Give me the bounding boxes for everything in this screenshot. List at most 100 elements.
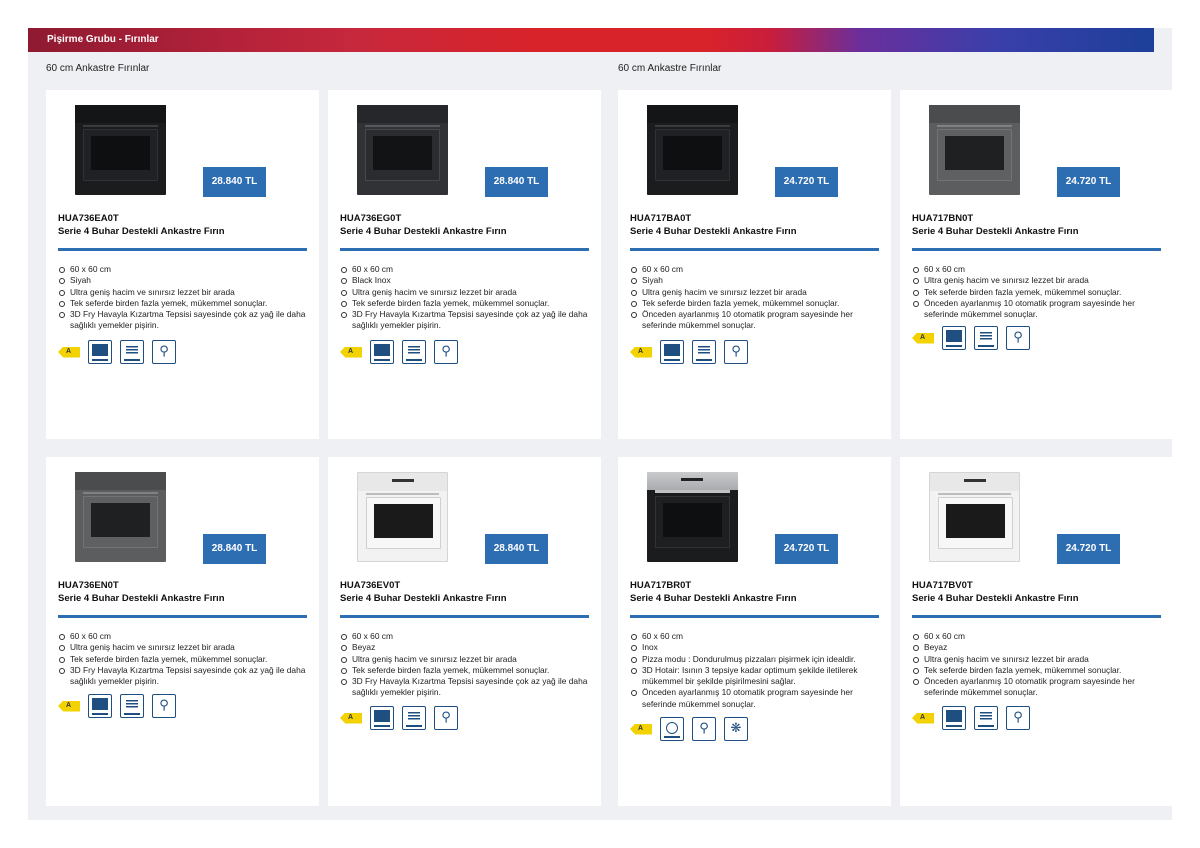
product-name: Serie 4 Buhar Destekli Ankastre Fırın — [340, 593, 507, 604]
feature-list: 60 x 60 cm Beyaz Ultra geniş hacim ve sı… — [340, 631, 588, 699]
autopilot-icon: ⚲ — [152, 340, 176, 364]
feature-item: Inox — [630, 642, 878, 653]
price-badge: 24.720 TL — [1057, 534, 1120, 564]
energy-label-icon: A — [340, 346, 362, 358]
feature-item: Ultra geniş hacim ve sınırsız lezzet bir… — [340, 654, 588, 665]
3d-hotair-icon — [370, 340, 394, 364]
oven-shelves-icon — [692, 340, 716, 364]
feature-item: Önceden ayarlanmış 10 otomatik program s… — [630, 687, 878, 710]
product-name: Serie 4 Buhar Destekli Ankastre Fırın — [58, 593, 225, 604]
3d-hotair-icon — [942, 326, 966, 350]
oven-shelves-icon — [974, 706, 998, 730]
pizza-mode-icon: ❋ — [724, 717, 748, 741]
feature-item: Tek seferde birden fazla yemek, mükemmel… — [58, 298, 306, 309]
product-card[interactable]: 28.840 TL HUA736EA0T Serie 4 Buhar Deste… — [46, 90, 319, 439]
feature-icons: A ⚲ — [912, 706, 1030, 730]
energy-label-icon: A — [340, 712, 362, 724]
autopilot-icon: ⚲ — [434, 706, 458, 730]
feature-list: 60 x 60 cm Inox Pizza modu : Dondurulmuş… — [630, 631, 878, 710]
3d-hotair-fan-icon — [660, 717, 684, 741]
autopilot-icon: ⚲ — [724, 340, 748, 364]
energy-label-icon: A — [912, 332, 934, 344]
divider — [912, 615, 1161, 618]
energy-label-icon: A — [630, 723, 652, 735]
model-code: HUA717BR0T — [630, 580, 692, 591]
feature-list: 60 x 60 cm Black Inox Ultra geniş hacim … — [340, 264, 588, 332]
oven-shelves-icon — [402, 706, 426, 730]
feature-item: Beyaz — [340, 642, 588, 653]
price-badge: 24.720 TL — [775, 167, 838, 197]
product-card[interactable]: 24.720 TL HUA717BA0T Serie 4 Buhar Deste… — [618, 90, 891, 439]
model-code: HUA736EG0T — [340, 213, 402, 224]
price-badge: 28.840 TL — [203, 167, 266, 197]
autopilot-icon: ⚲ — [692, 717, 716, 741]
feature-icons: A ⚲ — [340, 340, 458, 364]
feature-list: 60 x 60 cm Beyaz Ultra geniş hacim ve sı… — [912, 631, 1160, 699]
feature-item: 60 x 60 cm — [58, 631, 306, 642]
feature-icons: A ⚲ ❋ — [630, 717, 748, 741]
feature-item: Tek seferde birden fazla yemek, mükemmel… — [912, 665, 1160, 676]
feature-item: Önceden ayarlanmış 10 otomatik program s… — [630, 309, 878, 332]
product-card[interactable]: 28.840 TL HUA736EN0T Serie 4 Buhar Deste… — [46, 457, 319, 806]
model-code: HUA717BA0T — [630, 213, 692, 224]
product-name: Serie 4 Buhar Destekli Ankastre Fırın — [340, 226, 507, 237]
product-card[interactable]: 28.840 TL HUA736EV0T Serie 4 Buhar Deste… — [328, 457, 601, 806]
feature-item: 3D Hotair: Isının 3 tepsiye kadar optimu… — [630, 665, 878, 688]
autopilot-icon: ⚲ — [1006, 706, 1030, 730]
divider — [630, 248, 879, 251]
feature-item: 60 x 60 cm — [340, 264, 588, 275]
feature-item: Ultra geniş hacim ve sınırsız lezzet bir… — [630, 287, 878, 298]
3d-hotair-icon — [88, 694, 112, 718]
divider — [630, 615, 879, 618]
oven-image — [357, 105, 448, 195]
product-name: Serie 4 Buhar Destekli Ankastre Fırın — [630, 593, 797, 604]
3d-hotair-icon — [370, 706, 394, 730]
price-badge: 28.840 TL — [485, 167, 548, 197]
feature-item: Ultra geniş hacim ve sınırsız lezzet bir… — [58, 287, 306, 298]
oven-image — [357, 472, 448, 562]
feature-list: 60 x 60 cm Ultra geniş hacim ve sınırsız… — [912, 264, 1160, 320]
oven-shelves-icon — [402, 340, 426, 364]
feature-item: 60 x 60 cm — [340, 631, 588, 642]
product-name: Serie 4 Buhar Destekli Ankastre Fırın — [912, 593, 1079, 604]
feature-item: Pizza modu : Dondurulmuş pizzaları pişir… — [630, 654, 878, 665]
feature-item: Ultra geniş hacim ve sınırsız lezzet bir… — [912, 654, 1160, 665]
feature-item: 3D Fry Havayla Kızartma Tepsisi sayesind… — [340, 309, 588, 332]
product-card[interactable]: 24.720 TL HUA717BN0T Serie 4 Buhar Deste… — [900, 90, 1172, 439]
feature-item: Siyah — [630, 275, 878, 286]
energy-label-icon: A — [630, 346, 652, 358]
oven-shelves-icon — [974, 326, 998, 350]
feature-item: 60 x 60 cm — [630, 631, 878, 642]
feature-item: 3D Fry Havayla Kızartma Tepsisi sayesind… — [340, 676, 588, 699]
product-card[interactable]: 24.720 TL HUA717BV0T Serie 4 Buhar Deste… — [900, 457, 1172, 806]
feature-icons: A ⚲ — [912, 326, 1030, 350]
product-card[interactable]: 28.840 TL HUA736EG0T Serie 4 Buhar Deste… — [328, 90, 601, 439]
feature-item: 60 x 60 cm — [912, 264, 1160, 275]
feature-list: 60 x 60 cm Ultra geniş hacim ve sınırsız… — [58, 631, 306, 687]
feature-item: Black Inox — [340, 275, 588, 286]
feature-item: 60 x 60 cm — [58, 264, 306, 275]
feature-list: 60 x 60 cm Siyah Ultra geniş hacim ve sı… — [630, 264, 878, 332]
model-code: HUA736EV0T — [340, 580, 401, 591]
feature-icons: A ⚲ — [630, 340, 748, 364]
section-title-right: 60 cm Ankastre Fırınlar — [618, 63, 722, 74]
price-badge: 28.840 TL — [485, 534, 548, 564]
section-title-left: 60 cm Ankastre Fırınlar — [46, 63, 150, 74]
oven-image — [75, 472, 166, 562]
feature-item: Önceden ayarlanmış 10 otomatik program s… — [912, 676, 1160, 699]
model-code: HUA736EA0T — [58, 213, 119, 224]
oven-shelves-icon — [120, 694, 144, 718]
3d-hotair-icon — [660, 340, 684, 364]
model-code: HUA736EN0T — [58, 580, 119, 591]
oven-image — [929, 472, 1020, 562]
product-card[interactable]: 24.720 TL HUA717BR0T Serie 4 Buhar Deste… — [618, 457, 891, 806]
feature-item: Tek seferde birden fazla yemek, mükemmel… — [340, 665, 588, 676]
catalog-page: Pişirme Grubu - Fırınlar 60 cm Ankastre … — [28, 28, 1172, 820]
divider — [340, 248, 589, 251]
price-badge: 24.720 TL — [775, 534, 838, 564]
divider — [912, 248, 1161, 251]
product-name: Serie 4 Buhar Destekli Ankastre Fırın — [912, 226, 1079, 237]
product-name: Serie 4 Buhar Destekli Ankastre Fırın — [630, 226, 797, 237]
feature-icons: A ⚲ — [340, 706, 458, 730]
energy-label-icon: A — [58, 346, 80, 358]
